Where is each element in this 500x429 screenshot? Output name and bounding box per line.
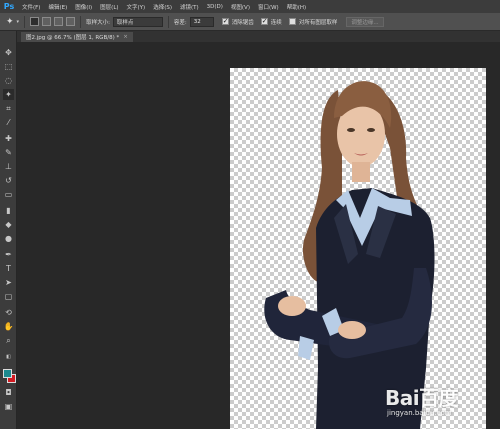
shape-tool-icon[interactable]: ▢ bbox=[3, 291, 14, 302]
refine-edge-button[interactable]: 调整边缘... bbox=[346, 16, 384, 27]
menu-select[interactable]: 选择(S) bbox=[149, 3, 176, 11]
clone-stamp-tool-icon[interactable]: ⊥ bbox=[3, 161, 14, 172]
separator bbox=[167, 15, 169, 28]
preset-dropdown-icon[interactable]: ▾ bbox=[17, 19, 20, 25]
dodge-tool-icon[interactable]: ● bbox=[3, 233, 14, 244]
menu-type[interactable]: 文字(Y) bbox=[123, 3, 150, 11]
menu-layer[interactable]: 图层(L) bbox=[96, 3, 122, 11]
menu-help[interactable]: 帮助(H) bbox=[283, 3, 310, 11]
zoom-tool-icon[interactable]: ⌕ bbox=[3, 335, 14, 346]
pen-tool-icon[interactable]: ✒ bbox=[3, 249, 14, 260]
photoshop-logo: Ps bbox=[3, 2, 15, 11]
lasso-tool-icon[interactable]: ◌ bbox=[3, 75, 14, 86]
eyedropper-tool-icon[interactable]: ⁄ bbox=[3, 117, 14, 128]
default-colors-icon[interactable]: ◧ bbox=[3, 351, 14, 362]
quick-mask-icon[interactable]: ◘ bbox=[3, 387, 14, 398]
document-tab-label: 图2.jpg @ 66.7% (图层 1, RGB/8) * bbox=[26, 35, 120, 41]
marquee-tool-icon[interactable]: ⬚ bbox=[3, 61, 14, 72]
document-tab[interactable]: 图2.jpg @ 66.7% (图层 1, RGB/8) * × bbox=[21, 32, 133, 42]
healing-brush-tool-icon[interactable]: ✚ bbox=[3, 133, 14, 144]
intersect-selection-icon[interactable] bbox=[66, 17, 76, 26]
subtract-from-selection-icon[interactable] bbox=[54, 17, 64, 26]
sample-all-layers-checkbox[interactable] bbox=[288, 18, 296, 25]
tolerance-label: 容差: bbox=[173, 19, 187, 26]
document-tab-bar: 图2.jpg @ 66.7% (图层 1, RGB/8) * × bbox=[17, 31, 500, 42]
magic-wand-tool-preset-icon[interactable]: ✦ bbox=[6, 17, 14, 27]
contiguous-label: 连续 bbox=[270, 19, 282, 26]
tolerance-input[interactable]: 32 bbox=[189, 16, 214, 27]
3d-tool-icon[interactable]: ⟲ bbox=[3, 307, 14, 318]
add-to-selection-icon[interactable] bbox=[42, 17, 52, 26]
close-icon[interactable]: × bbox=[123, 34, 128, 40]
magic-wand-tool-icon[interactable]: ✦ bbox=[3, 89, 14, 100]
baidu-logo: Bai百度 bbox=[385, 386, 459, 410]
watermark-url: jingyan.baidu.com bbox=[387, 409, 452, 417]
sample-size-value: 取样点 bbox=[116, 19, 134, 26]
menu-3d[interactable]: 3D(D) bbox=[203, 4, 227, 10]
antialias-label: 消除锯齿 bbox=[231, 19, 254, 26]
contiguous-checkbox[interactable] bbox=[260, 17, 268, 25]
sample-size-select[interactable]: 取样点 bbox=[112, 16, 163, 27]
menu-window[interactable]: 窗口(W) bbox=[254, 3, 283, 11]
blur-tool-icon[interactable]: ◆ bbox=[3, 219, 14, 230]
brush-tool-icon[interactable]: ✎ bbox=[3, 147, 14, 158]
canvas-workspace[interactable] bbox=[17, 42, 500, 429]
path-selection-tool-icon[interactable]: ➤ bbox=[3, 277, 14, 288]
move-tool-icon[interactable]: ✥ bbox=[3, 47, 14, 58]
sample-all-layers-label: 对所有图层取样 bbox=[298, 19, 338, 26]
gradient-tool-icon[interactable]: ▮ bbox=[3, 205, 14, 216]
document-canvas[interactable] bbox=[230, 68, 486, 429]
woman-photo bbox=[264, 81, 435, 429]
options-bar: ✦ ▾ 取样大小: 取样点 容差: 32 消除锯齿 连续 对所有图层取样 调整边… bbox=[0, 13, 500, 31]
crop-tool-icon[interactable]: ⌗ bbox=[3, 103, 14, 114]
hand-tool-icon[interactable]: ✋ bbox=[3, 321, 14, 332]
menu-bar: Ps 文件(F) 编辑(E) 图像(I) 图层(L) 文字(Y) 选择(S) 滤… bbox=[0, 0, 500, 13]
menu-filter[interactable]: 滤镜(T) bbox=[176, 3, 203, 11]
history-brush-tool-icon[interactable]: ↺ bbox=[3, 175, 14, 186]
foreground-color-swatch[interactable] bbox=[3, 369, 12, 378]
menu-edit[interactable]: 编辑(E) bbox=[44, 3, 71, 11]
antialias-checkbox[interactable] bbox=[221, 17, 229, 25]
menu-view[interactable]: 视图(V) bbox=[227, 3, 254, 11]
tools-panel: ✥ ⬚ ◌ ✦ ⌗ ⁄ ✚ ✎ ⊥ ↺ ▭ ▮ ◆ ● ✒ T ➤ ▢ ⟲ ✋ … bbox=[0, 31, 17, 429]
menu-image[interactable]: 图像(I) bbox=[71, 3, 96, 11]
menu-file[interactable]: 文件(F) bbox=[18, 3, 44, 11]
separator bbox=[24, 15, 26, 28]
baidu-watermark: Bai百度 jingyan.baidu.com bbox=[377, 382, 497, 426]
separator bbox=[80, 15, 82, 28]
sample-size-label: 取样大小: bbox=[86, 19, 110, 26]
type-tool-icon[interactable]: T bbox=[3, 263, 14, 274]
screen-mode-icon[interactable]: ▣ bbox=[3, 401, 14, 412]
new-selection-icon[interactable] bbox=[30, 17, 40, 26]
eraser-tool-icon[interactable]: ▭ bbox=[3, 189, 14, 200]
